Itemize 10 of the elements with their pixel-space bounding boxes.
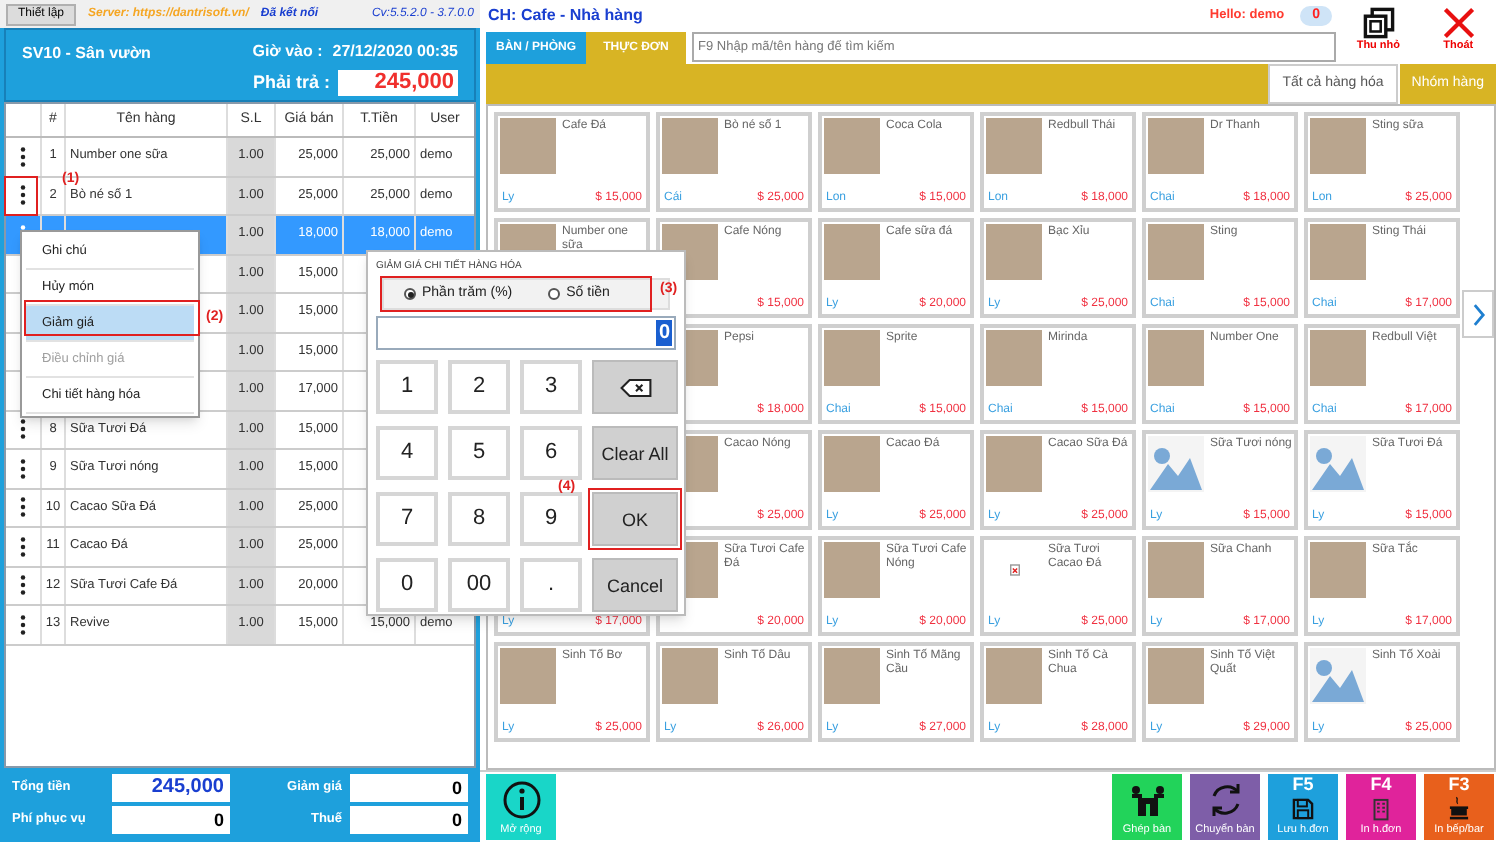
due-field: 245,000 (338, 70, 458, 97)
amount-field: 0 (112, 806, 230, 834)
amount-field: 0 (350, 806, 468, 834)
time-value: 27/12/2020 00:35 (332, 40, 458, 64)
table-name: SV10 - Sân vườn (22, 42, 151, 66)
due-label: Phải trả : (252, 70, 330, 96)
store-title: CH: Cafe - Nhà hàng (488, 4, 643, 28)
amount-field: 245,000 (112, 774, 230, 802)
time-label: Giờ vào : (252, 40, 323, 64)
amount-field: 0 (350, 774, 468, 802)
